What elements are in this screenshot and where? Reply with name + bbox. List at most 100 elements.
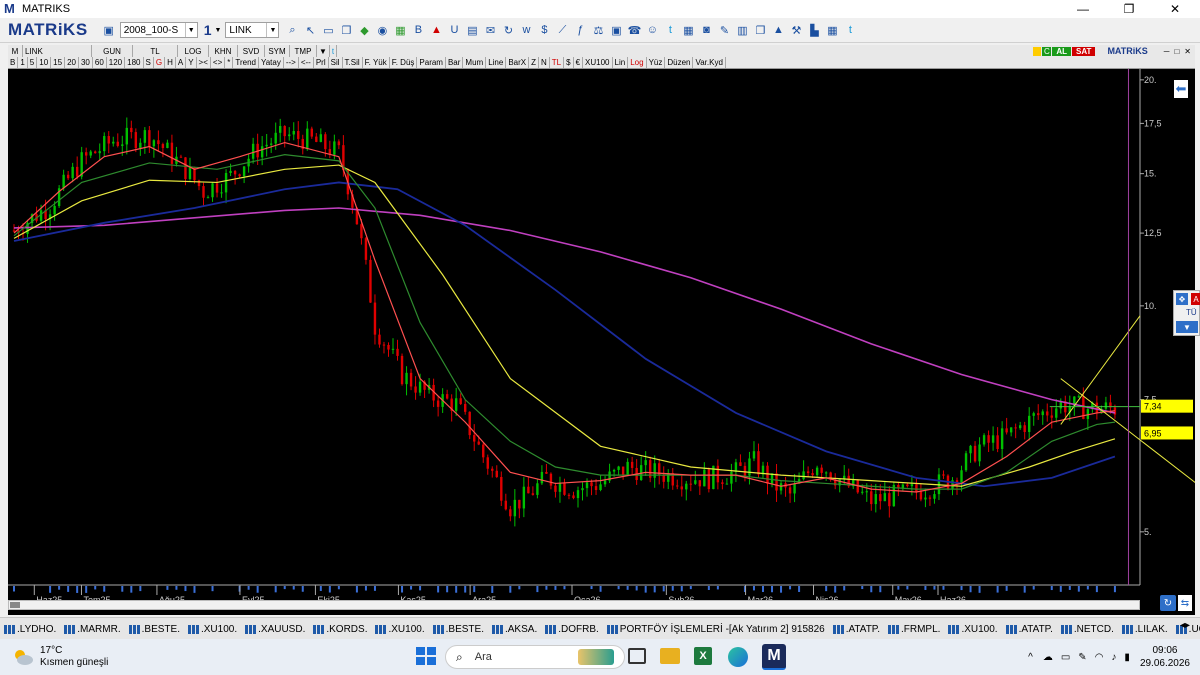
volume-icon[interactable]: ♪ xyxy=(1111,652,1116,663)
display-icon[interactable]: ▭ xyxy=(1061,652,1070,663)
panel-toolbar-30[interactable]: 30 xyxy=(79,57,93,68)
up-icon[interactable]: ▲ xyxy=(771,23,785,37)
panel-toolbar-z[interactable]: Z xyxy=(529,57,540,68)
panel-toolbar-mum[interactable]: Mum xyxy=(463,57,487,68)
panel-toolbar--[interactable]: <> xyxy=(211,57,226,68)
panel-toolbar-15[interactable]: 15 xyxy=(51,57,66,68)
file-explorer-icon[interactable] xyxy=(660,648,680,664)
pointer-icon[interactable]: ↖ xyxy=(303,23,317,37)
panel-toolbar-barx[interactable]: BarX xyxy=(506,57,530,68)
window-tab[interactable]: .MARMR. xyxy=(60,624,124,635)
panel-toolbar-g[interactable]: G xyxy=(154,57,166,68)
panel-header-link[interactable]: LINK xyxy=(23,45,92,57)
chevron-down-icon[interactable]: ▼ xyxy=(1176,321,1198,333)
taskbar-clock[interactable]: 09:06 29.06.2026 xyxy=(1140,644,1190,670)
window-tab[interactable]: .DOFRB. xyxy=(541,624,603,635)
grid-icon[interactable]: ▦ xyxy=(393,23,407,37)
panel-toolbar--[interactable]: € xyxy=(574,57,584,68)
window-tab[interactable]: .ATATP. xyxy=(829,624,884,635)
document-icon[interactable]: ▣ xyxy=(609,23,623,37)
panel-toolbar-b[interactable]: B xyxy=(8,57,19,68)
panel-toolbar--[interactable]: >< xyxy=(197,57,211,68)
panel-toolbar-180[interactable]: 180 xyxy=(125,57,144,68)
chart-link-icon[interactable]: ⇆ xyxy=(1178,595,1192,611)
line-chart-icon[interactable]: ⟋ xyxy=(555,23,569,37)
panel-close-icon[interactable]: ✕ xyxy=(1184,47,1191,56)
panel-header-khn[interactable]: KHN xyxy=(209,45,238,57)
panel-toolbar--[interactable]: <-- xyxy=(299,57,314,68)
pencil-icon[interactable]: ✎ xyxy=(717,23,731,37)
panel-toolbar-sil[interactable]: Sil xyxy=(329,57,343,68)
panel-toolbar-lin[interactable]: Lin xyxy=(613,57,629,68)
chevron-down-icon[interactable]: ▼ xyxy=(317,45,330,57)
refresh-icon[interactable]: ↻ xyxy=(501,23,515,37)
panel-toolbar-tl[interactable]: TL xyxy=(550,57,565,68)
calendar-icon[interactable]: ▦ xyxy=(825,23,839,37)
edge-browser-icon[interactable] xyxy=(728,647,748,667)
c-button[interactable]: C xyxy=(1042,46,1052,56)
excel-icon[interactable]: X xyxy=(694,647,712,665)
window-icon[interactable]: ▭ xyxy=(321,23,335,37)
window-tab[interactable]: .LILAK. xyxy=(1118,624,1172,635)
panel-toolbar-var-kyd[interactable]: Var.Kyd xyxy=(693,57,726,68)
window-tab[interactable]: .BESTE. xyxy=(125,624,184,635)
panel-minimize-icon[interactable]: ─ xyxy=(1164,47,1170,56)
battery-icon[interactable]: ▮ xyxy=(1124,652,1130,663)
move-icon[interactable]: ✥ xyxy=(1176,293,1188,305)
panel-toolbar-bar[interactable]: Bar xyxy=(446,57,464,68)
panel-toolbar--[interactable]: --> xyxy=(284,57,299,68)
twitter-icon[interactable]: t xyxy=(330,45,338,57)
globe-icon[interactable]: ◉ xyxy=(375,23,389,37)
camera-icon[interactable]: ◙ xyxy=(699,23,713,37)
weather-widget[interactable]: 17°C Kısmen güneşli xyxy=(12,645,108,669)
panel-toolbar-5[interactable]: 5 xyxy=(28,57,38,68)
chevron-down-icon[interactable]: ▼ xyxy=(214,27,221,34)
panel-toolbar--[interactable]: * xyxy=(225,57,234,68)
save-icon[interactable]: ▣ xyxy=(102,23,116,37)
minimize-button[interactable]: — xyxy=(1060,0,1106,18)
window-tab[interactable]: .LYDHO. xyxy=(0,624,60,635)
formula-icon[interactable]: ƒ xyxy=(573,23,587,37)
matriks-taskbar-icon[interactable]: M xyxy=(762,644,786,670)
side-a-badge[interactable]: A xyxy=(1191,293,1200,305)
alert-icon[interactable]: ▲ xyxy=(429,23,443,37)
phone-icon[interactable]: ☎ xyxy=(627,23,642,37)
price-chart[interactable]: 20.17,515.12,510.7,55.7,346,95Haz25Tem25… xyxy=(8,69,1195,615)
cube-icon[interactable]: ◆ xyxy=(357,23,371,37)
chevron-down-icon[interactable]: ▼ xyxy=(266,23,278,37)
panel-header-tl[interactable]: TL xyxy=(133,45,178,57)
window-tab[interactable]: .KORDS. xyxy=(309,624,371,635)
panel-toolbar-yatay[interactable]: Yatay xyxy=(259,57,284,68)
note-icon[interactable]: ▥ xyxy=(735,23,749,37)
panel-header-gun[interactable]: GUN xyxy=(92,45,133,57)
cloud-sync-icon[interactable]: ☁ xyxy=(1043,652,1053,663)
tab-scroll-arrows[interactable]: ◂▸ xyxy=(1180,620,1190,631)
maximize-button[interactable]: ❐ xyxy=(1106,0,1152,18)
user-icon[interactable]: ☺ xyxy=(645,23,659,37)
scrollbar-thumb[interactable] xyxy=(10,602,20,608)
panel-toolbar--[interactable]: $ xyxy=(564,57,574,68)
tools-icon[interactable]: ⚒ xyxy=(789,23,803,37)
window-tab[interactable]: .AKSA. xyxy=(488,624,541,635)
panel-header-sym[interactable]: SYM xyxy=(265,45,290,57)
panel-toolbar-20[interactable]: 20 xyxy=(65,57,79,68)
building-icon[interactable]: ▙ xyxy=(807,23,821,37)
panel-toolbar-1[interactable]: 1 xyxy=(18,57,28,68)
panel-toolbar-f-yük[interactable]: F. Yük xyxy=(363,57,390,68)
period-value[interactable]: 1 xyxy=(204,22,212,38)
panel-header-svd[interactable]: SVD xyxy=(238,45,265,57)
windows-start-icon[interactable] xyxy=(414,645,436,667)
panel-toolbar-t-sil[interactable]: T.Sil xyxy=(343,57,363,68)
symbol-combo[interactable]: LINK ▼ xyxy=(225,22,280,38)
panel-toolbar-60[interactable]: 60 xyxy=(93,57,107,68)
panel-toolbar-h[interactable]: H xyxy=(165,57,176,68)
underline-icon[interactable]: U xyxy=(447,23,461,37)
lightning-icon[interactable] xyxy=(1033,46,1042,56)
panel-header-log[interactable]: LOG xyxy=(178,45,209,57)
zoom-icon[interactable]: ⌕ xyxy=(285,23,299,37)
panel-toolbar-trend[interactable]: Trend xyxy=(233,57,259,68)
panel-header-tmp[interactable]: TMP xyxy=(290,45,317,57)
news-icon[interactable]: ▤ xyxy=(465,23,479,37)
panel-toolbar-line[interactable]: Line xyxy=(486,57,507,68)
pen-icon[interactable]: ✎ xyxy=(1078,652,1086,663)
